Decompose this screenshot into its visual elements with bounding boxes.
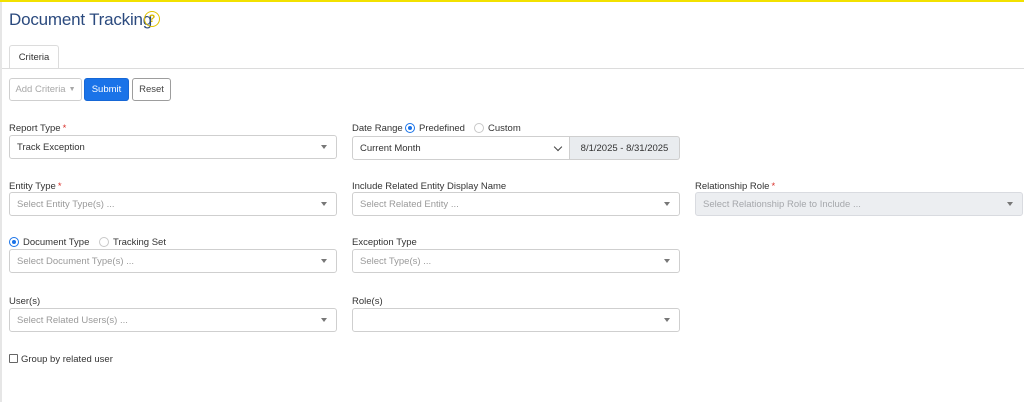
- relationship-role-select: Select Relationship Role to Include ...: [695, 192, 1023, 216]
- document-type-select[interactable]: Select Document Type(s) ...: [9, 249, 337, 273]
- document-type-radio-label: Document Type: [23, 237, 90, 248]
- reset-button[interactable]: Reset: [132, 78, 171, 101]
- entity-type-select[interactable]: Select Entity Type(s) ...: [9, 192, 337, 216]
- dropdown-arrow-icon: [321, 202, 327, 206]
- top-accent-bar: [0, 0, 1024, 2]
- report-type-label-text: Report Type: [9, 123, 61, 134]
- custom-radio-label: Custom: [488, 123, 521, 134]
- tracking-set-radio-label: Tracking Set: [113, 237, 166, 248]
- add-criteria-button[interactable]: Add Criteria ▼: [9, 78, 82, 101]
- submit-label: Submit: [91, 84, 122, 95]
- dropdown-arrow-icon: [664, 202, 670, 206]
- entity-type-label: Entity Type *: [9, 181, 62, 192]
- tracking-set-radio[interactable]: [99, 237, 109, 247]
- related-entity-placeholder: Select Related Entity ...: [360, 198, 459, 210]
- dropdown-arrow-icon: [664, 318, 670, 322]
- dropdown-arrow-icon: [321, 259, 327, 263]
- dropdown-arrow-icon: [321, 318, 327, 322]
- date-range-preset-value: Current Month: [360, 142, 421, 154]
- group-by-user-checkbox[interactable]: [9, 354, 18, 363]
- relationship-role-label: Relationship Role *: [695, 181, 775, 192]
- predefined-radio-label: Predefined: [419, 123, 465, 134]
- relationship-role-label-text: Relationship Role: [695, 181, 770, 192]
- required-mark: *: [57, 181, 62, 192]
- date-range-display: 8/1/2025 - 8/31/2025: [570, 136, 680, 160]
- dropdown-arrow-icon: [1007, 202, 1013, 206]
- users-label: User(s): [9, 296, 41, 307]
- document-type-radio[interactable]: [9, 237, 19, 247]
- required-mark: *: [771, 181, 776, 192]
- entity-type-label-text: Entity Type: [9, 181, 56, 192]
- related-entity-label: Include Related Entity Display Name: [352, 181, 507, 192]
- report-type-value: Track Exception: [17, 141, 85, 153]
- related-entity-select[interactable]: Select Related Entity ...: [352, 192, 680, 216]
- report-type-label: Report Type *: [9, 123, 66, 134]
- roles-select[interactable]: [352, 308, 680, 332]
- tabs-divider: [2, 68, 1024, 69]
- date-range-preset-select[interactable]: Current Month: [352, 136, 570, 160]
- date-range-predefined-radio[interactable]: [405, 123, 415, 133]
- caret-down-icon: ▼: [68, 86, 76, 93]
- tab-criteria[interactable]: Criteria: [9, 45, 59, 69]
- left-border: [0, 2, 2, 402]
- document-type-placeholder: Select Document Type(s) ...: [17, 255, 135, 267]
- users-placeholder: Select Related Users(s) ...: [17, 314, 128, 326]
- reset-label: Reset: [139, 84, 164, 95]
- date-range-label: Date Range: [352, 123, 403, 134]
- group-by-user-label: Group by related user: [21, 354, 113, 365]
- page-title: Document Tracking: [9, 10, 153, 29]
- help-circle-icon[interactable]: ?: [144, 11, 160, 27]
- users-select[interactable]: Select Related Users(s) ...: [9, 308, 337, 332]
- submit-button[interactable]: Submit: [84, 78, 129, 101]
- entity-type-placeholder: Select Entity Type(s) ...: [17, 198, 115, 210]
- tab-criteria-label: Criteria: [18, 51, 50, 63]
- add-criteria-label: Add Criteria: [15, 84, 66, 95]
- roles-label: Role(s): [352, 296, 383, 307]
- relationship-role-placeholder: Select Relationship Role to Include ...: [703, 198, 861, 210]
- required-mark: *: [62, 123, 67, 134]
- report-type-select[interactable]: Track Exception: [9, 135, 337, 159]
- dropdown-arrow-icon: [664, 259, 670, 263]
- chevron-down-icon: [553, 142, 563, 152]
- date-range-text: 8/1/2025 - 8/31/2025: [580, 142, 669, 154]
- dropdown-arrow-icon: [321, 145, 327, 149]
- exception-type-placeholder: Select Type(s) ...: [360, 255, 432, 267]
- exception-type-label: Exception Type: [352, 237, 417, 248]
- date-range-custom-radio[interactable]: [474, 123, 484, 133]
- exception-type-select[interactable]: Select Type(s) ...: [352, 249, 680, 273]
